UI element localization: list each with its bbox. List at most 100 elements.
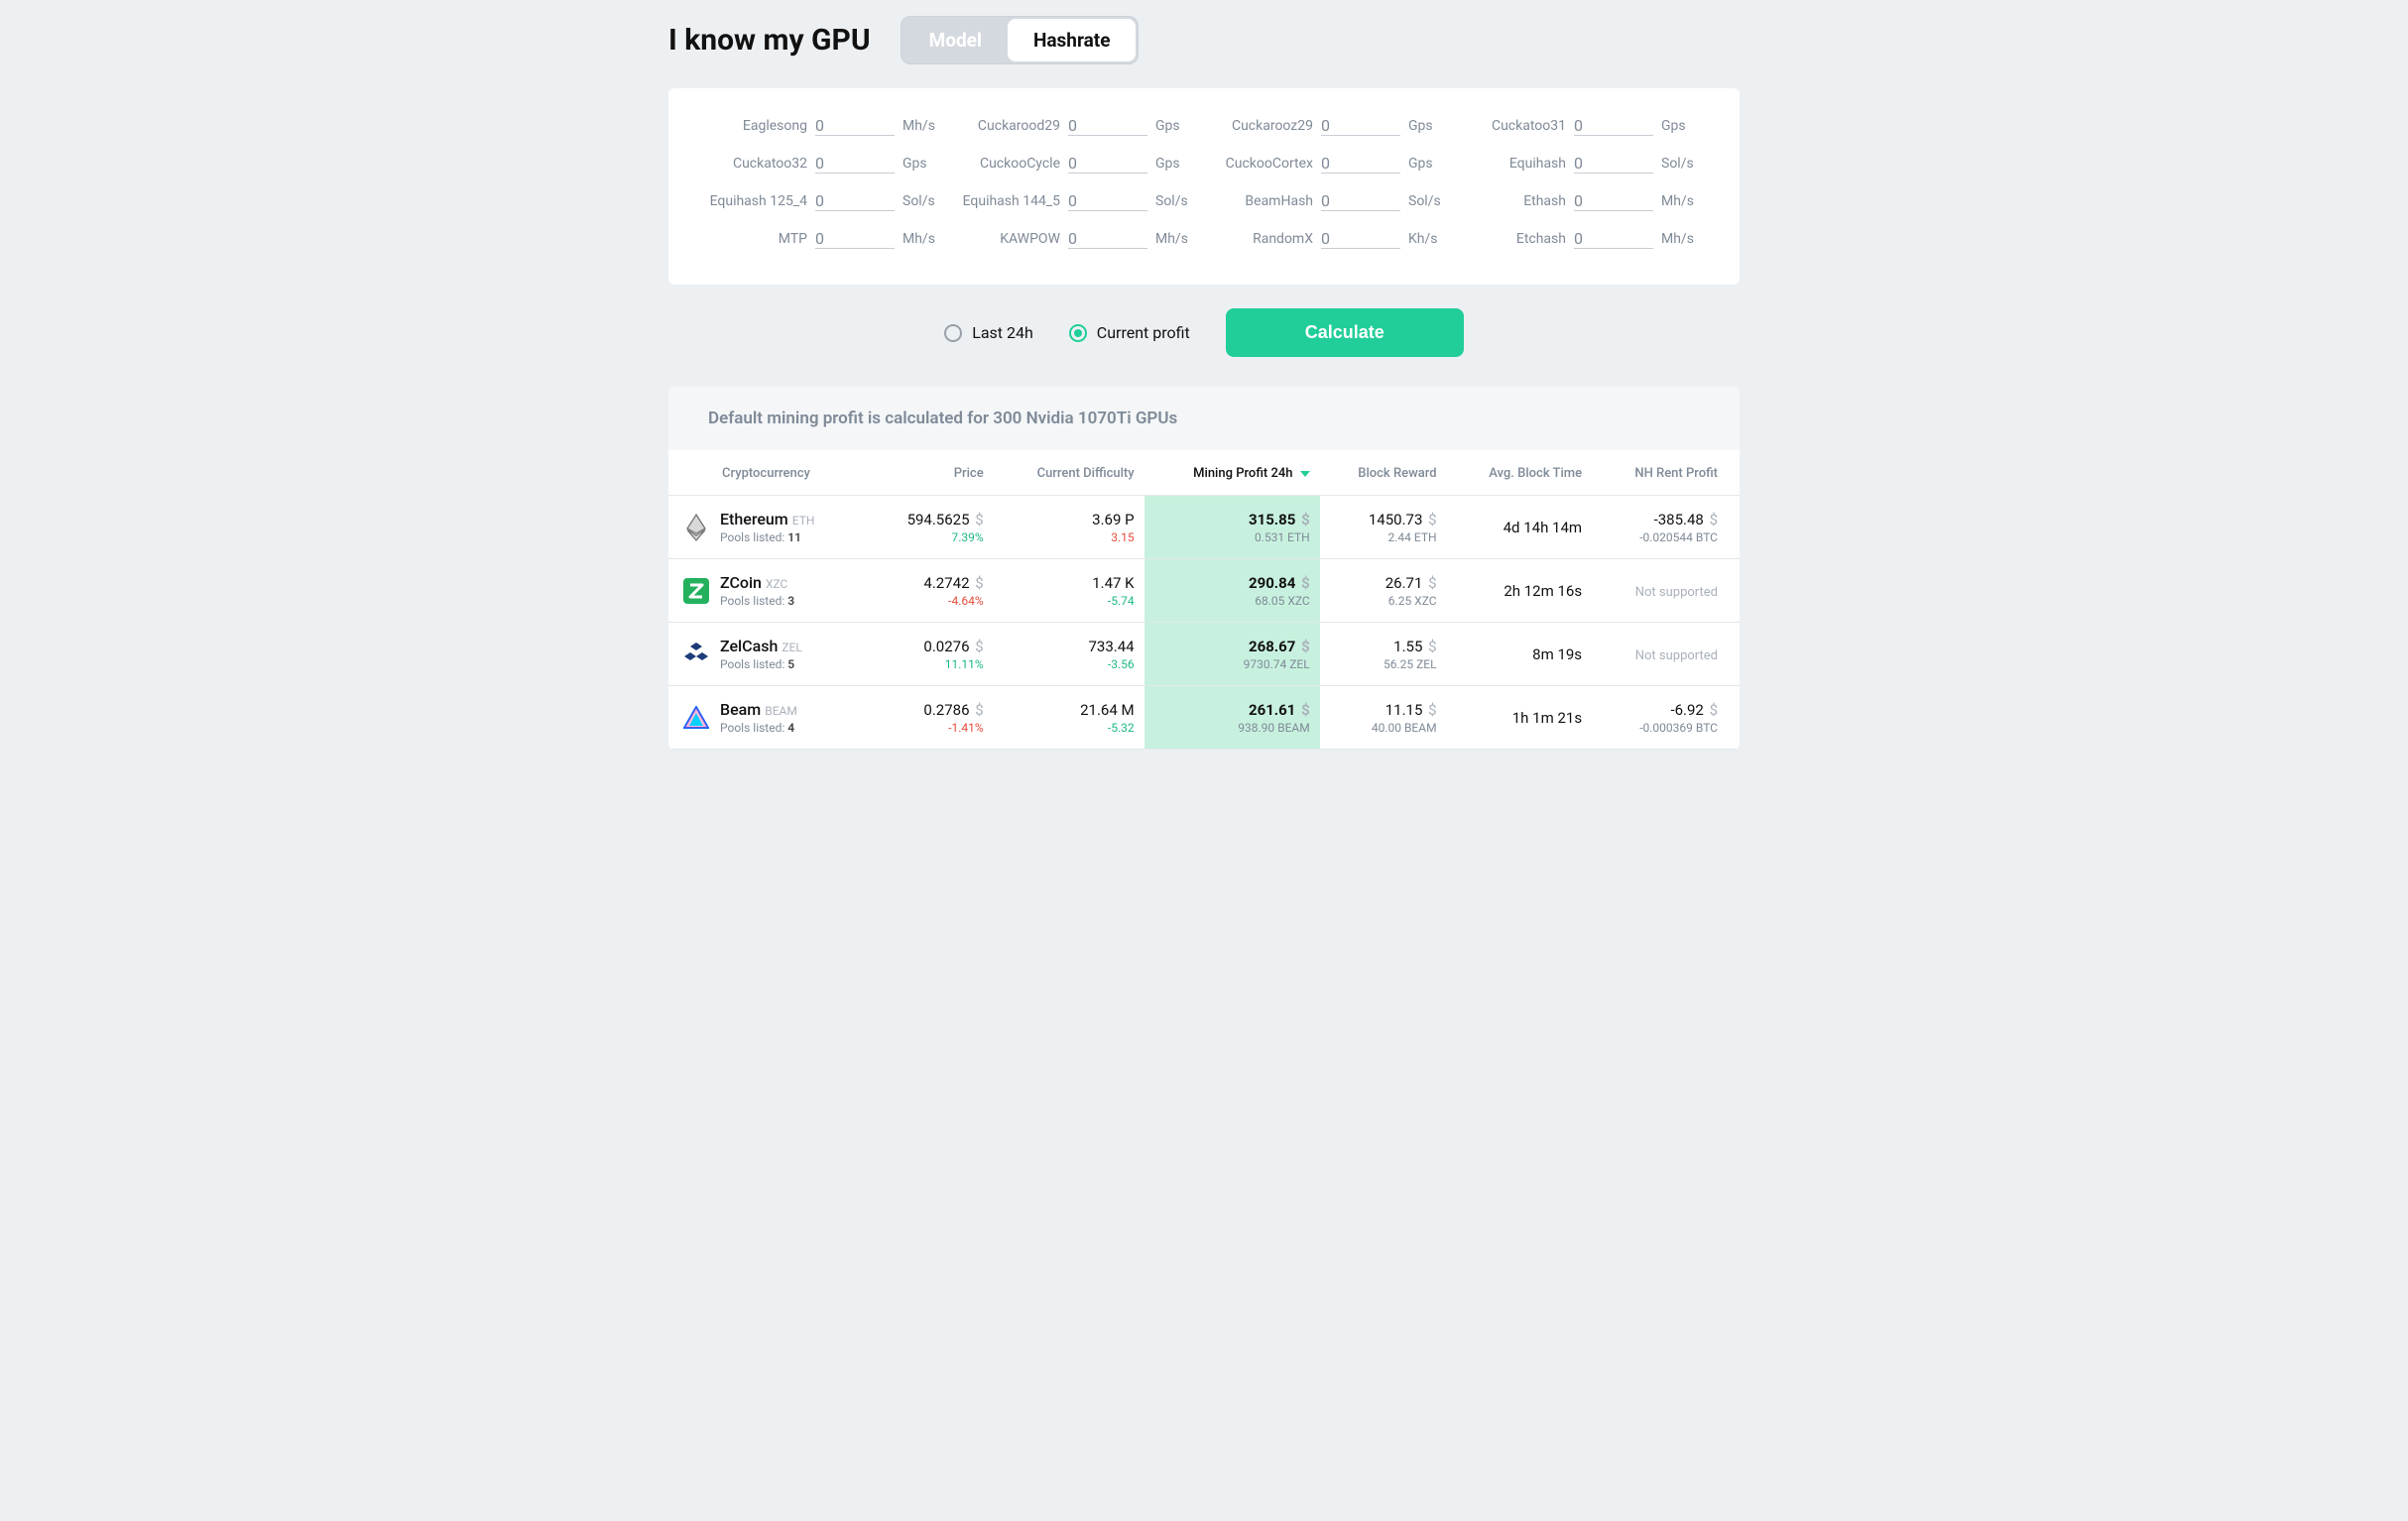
reward-value: 1.55 $ <box>1330 638 1437 655</box>
coin-name: ZCoin <box>720 573 762 592</box>
hashrate-cell: Ethash0Mh/s <box>1467 191 1700 211</box>
table-row[interactable]: ZCoinXZCPools listed: 34.2742 $-4.64%1.4… <box>668 559 1740 623</box>
hashrate-label: Cuckarooz29 <box>1214 118 1313 134</box>
difficulty-value: 21.64 M <box>1004 701 1135 719</box>
toggle-model[interactable]: Model <box>903 19 1008 61</box>
hashrate-value[interactable]: 0 <box>1574 229 1653 248</box>
hashrate-value[interactable]: 0 <box>815 154 895 173</box>
price-value: 594.5625 $ <box>880 511 984 528</box>
blocktime-value: 2h 12m 16s <box>1457 582 1583 600</box>
hashrate-cell: RandomX0Kh/s <box>1214 229 1447 249</box>
table-row[interactable]: BeamBEAMPools listed: 40.2786 $-1.41%21.… <box>668 686 1740 750</box>
hashrate-value[interactable]: 0 <box>1574 191 1653 210</box>
hashrate-value[interactable]: 0 <box>1068 191 1147 210</box>
hashrate-label: Equihash 125_4 <box>708 193 807 209</box>
hashrate-input-wrap[interactable]: 0 <box>1068 116 1147 136</box>
hashrate-input-wrap[interactable]: 0 <box>1321 116 1400 136</box>
col-cryptocurrency[interactable]: Cryptocurrency <box>668 450 870 496</box>
nh-rent-value: -6.92 $ <box>1602 701 1718 719</box>
hashrate-unit: Sol/s <box>1661 156 1694 172</box>
hashrate-cell: CuckooCycle 0 Gps <box>961 154 1194 174</box>
hashrate-input-wrap[interactable]: 0 <box>1321 191 1400 211</box>
hashrate-unit: Mh/s <box>1155 231 1188 247</box>
hashrate-input-wrap[interactable]: 0 <box>815 116 895 136</box>
options-row: Last 24h Current profit Calculate <box>668 308 1740 357</box>
hashrate-label: MTP <box>708 231 807 247</box>
table-body: EthereumETHPools listed: 11594.5625 $7.3… <box>668 496 1740 750</box>
hashrate-unit: Mh/s <box>1661 231 1694 247</box>
coin-icon <box>682 577 710 605</box>
radio-last-24h[interactable]: Last 24h <box>944 323 1033 342</box>
hashrate-value[interactable]: 0 <box>815 229 895 248</box>
hashrate-input-wrap[interactable]: 0 <box>1321 154 1400 174</box>
profit-sub: 938.90 BEAM <box>1154 721 1310 735</box>
hashrate-value[interactable]: 0 <box>815 116 895 135</box>
hashrate-value[interactable]: 0 <box>1321 191 1400 210</box>
col-avg-block-time[interactable]: Avg. Block Time <box>1447 450 1593 496</box>
nh-rent-sub: -0.000369 BTC <box>1602 721 1718 735</box>
hashrate-input-wrap[interactable]: 0 <box>1068 191 1147 211</box>
hashrate-input-wrap[interactable]: 0 <box>1068 229 1147 249</box>
table-header-row: Cryptocurrency Price Current Difficulty … <box>668 450 1740 496</box>
nh-rent-sub: -0.020544 BTC <box>1602 530 1718 544</box>
hashrate-input-wrap[interactable]: 0 <box>815 229 895 249</box>
hashrate-label: Equihash 144_5 <box>961 193 1060 209</box>
default-profit-notice: Default mining profit is calculated for … <box>668 387 1740 450</box>
hashrate-value[interactable]: 0 <box>1321 229 1400 248</box>
hashrate-panel: Eaglesong0Mh/sCuckarood290GpsCuckarooz29… <box>668 88 1740 285</box>
table-row[interactable]: ZelCashZELPools listed: 50.0276 $11.11%7… <box>668 623 1740 686</box>
hashrate-label: Eaglesong <box>708 118 807 134</box>
hashrate-input-wrap[interactable]: 0 <box>1068 154 1147 174</box>
hashrate-label: Cuckatoo32 <box>708 156 807 172</box>
price-change: -4.64% <box>880 594 984 608</box>
hashrate-label: CuckooCortex <box>1214 156 1313 172</box>
hashrate-value[interactable]: 0 <box>1574 154 1653 173</box>
radio-icon <box>944 324 962 342</box>
col-price[interactable]: Price <box>870 450 994 496</box>
pools-count: 4 <box>787 721 794 735</box>
hashrate-cell: KAWPOW 0 Mh/s <box>961 229 1194 249</box>
sort-desc-icon <box>1300 471 1310 477</box>
hashrate-value[interactable]: 0 <box>1321 154 1400 173</box>
hashrate-cell: MTP0Mh/s <box>708 229 941 249</box>
hashrate-label: CuckooCycle <box>961 156 1060 172</box>
hashrate-value[interactable]: 0 <box>1321 116 1400 135</box>
reward-value: 1450.73 $ <box>1330 511 1437 528</box>
col-block-reward[interactable]: Block Reward <box>1320 450 1447 496</box>
zelcash-icon <box>682 643 710 666</box>
hashrate-input-wrap[interactable]: 0 <box>1574 116 1653 136</box>
profit-value: 261.61 $ <box>1154 701 1310 719</box>
coin-ticker: ZEL <box>782 641 801 654</box>
hashrate-input-wrap[interactable]: 0 <box>815 191 895 211</box>
hashrate-input-wrap[interactable]: 0 <box>815 154 895 174</box>
radio-current-profit[interactable]: Current profit <box>1069 323 1190 342</box>
col-difficulty[interactable]: Current Difficulty <box>994 450 1144 496</box>
table-row[interactable]: EthereumETHPools listed: 11594.5625 $7.3… <box>668 496 1740 559</box>
hashrate-input-wrap[interactable]: 0 <box>1574 154 1653 174</box>
hashrate-cell: Equihash 125_40Sol/s <box>708 191 941 211</box>
coin-icon <box>682 641 710 668</box>
hashrate-unit: Mh/s <box>1661 193 1694 209</box>
hashrate-value[interactable]: 0 <box>1068 154 1147 173</box>
radio-icon-selected <box>1069 324 1087 342</box>
hashrate-input-wrap[interactable]: 0 <box>1574 229 1653 249</box>
price-change: -1.41% <box>880 721 984 735</box>
calculate-button[interactable]: Calculate <box>1226 308 1464 357</box>
results-table-wrap: Default mining profit is calculated for … <box>668 387 1740 750</box>
hashrate-label: KAWPOW <box>961 231 1060 247</box>
col-nh-rent-profit[interactable]: NH Rent Profit <box>1592 450 1740 496</box>
hashrate-input-wrap[interactable]: 0 <box>1574 191 1653 211</box>
radio-current-profit-label: Current profit <box>1097 323 1190 342</box>
hashrate-value[interactable]: 0 <box>815 191 895 210</box>
col-mining-profit[interactable]: Mining Profit 24h <box>1144 450 1320 496</box>
radio-last-24h-label: Last 24h <box>972 323 1033 342</box>
toggle-hashrate[interactable]: Hashrate <box>1008 19 1137 61</box>
hashrate-input-wrap[interactable]: 0 <box>1321 229 1400 249</box>
hashrate-unit: Gps <box>1155 156 1180 172</box>
hashrate-value[interactable]: 0 <box>1574 116 1653 135</box>
ethereum-icon <box>685 514 707 541</box>
hashrate-value[interactable]: 0 <box>1068 229 1147 248</box>
hashrate-unit: Gps <box>1408 118 1433 134</box>
hashrate-unit: Gps <box>903 156 927 172</box>
hashrate-value[interactable]: 0 <box>1068 116 1147 135</box>
